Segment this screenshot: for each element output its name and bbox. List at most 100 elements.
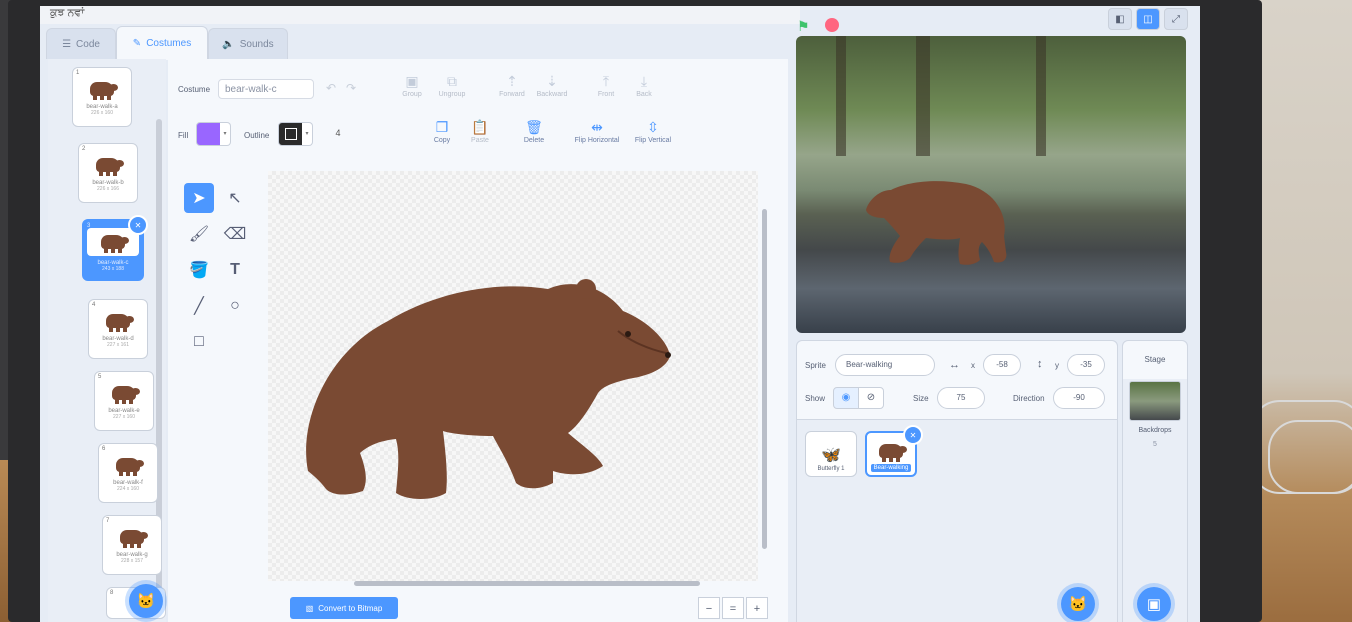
costume-list[interactable]: 1 bear-walk-a 226 x 160 2 bear-walk-b 22…	[48, 59, 166, 622]
green-flag-icon[interactable]: ⚑	[797, 18, 810, 35]
add-backdrop-button[interactable]: ▣	[1137, 587, 1171, 621]
normal-stage-button[interactable]: ◫	[1136, 8, 1160, 30]
menu-logo[interactable]: ਕੁਝ ਨਵਾਂ	[50, 7, 84, 20]
sprite-tile-butterfly[interactable]: 🦋 Butterfly 1	[805, 431, 857, 477]
chevron-down-icon[interactable]: ▾	[220, 122, 231, 146]
costume-size: 226 x 166	[97, 186, 119, 192]
forward-button[interactable]: ⇡ Forward	[490, 73, 534, 98]
text-tool[interactable]: T	[220, 255, 250, 285]
x-position-input[interactable]: -58	[983, 354, 1021, 376]
fill-label: Fill	[178, 131, 189, 140]
arrow-icon: ➤	[192, 190, 206, 207]
select-tool[interactable]: ➤	[184, 183, 214, 213]
costume-item[interactable]: 5 bear-walk-e 227 x 160	[94, 371, 154, 431]
canvas-horizontal-scrollbar[interactable]	[354, 581, 700, 586]
outline-width-input[interactable]: 4	[318, 122, 358, 144]
stage-thumbnail[interactable]	[1129, 381, 1181, 421]
tab-costumes[interactable]: ✎ Costumes	[116, 26, 208, 60]
chevron-down-icon[interactable]: ▾	[302, 122, 313, 146]
size-label: Size	[913, 394, 929, 403]
outline-label: Outline	[244, 131, 270, 140]
costume-thumbnail	[104, 310, 134, 332]
add-costume-button[interactable]: 🐱	[129, 584, 163, 618]
costume-item[interactable]: 7 bear-walk-g 228 x 157	[102, 515, 162, 575]
costume-item[interactable]: 4 bear-walk-d 227 x 161	[88, 299, 148, 359]
stop-icon[interactable]	[825, 18, 839, 32]
sprite-name-input[interactable]: Bear-walking	[835, 354, 935, 376]
canvas-vertical-scrollbar[interactable]	[762, 209, 767, 549]
undo-redo-icons[interactable]: ↶↷	[326, 81, 366, 95]
normal-stage-icon: ◫	[1143, 14, 1153, 25]
add-sprite-button[interactable]: 🐱	[1061, 587, 1095, 621]
costume-number: 8	[110, 590, 114, 596]
tab-sounds[interactable]: 🔈 Sounds	[208, 28, 288, 59]
paste-button[interactable]: 📋 Paste	[458, 119, 502, 144]
costume-number: 5	[98, 374, 102, 380]
direction-input[interactable]: -90	[1053, 387, 1105, 409]
costume-number: 4	[92, 302, 96, 308]
brush-tool[interactable]: 🖌	[184, 219, 214, 249]
flip-vertical-button[interactable]: ⇳ Flip Vertical	[626, 119, 680, 144]
costume-item[interactable]: 6 bear-walk-f 224 x 160	[98, 443, 158, 503]
bear-costume-drawing[interactable]	[268, 171, 758, 581]
back-button[interactable]: ⤓ Back	[622, 73, 666, 98]
small-stage-button[interactable]: ◧	[1108, 8, 1132, 30]
costume-item[interactable]: 1 bear-walk-a 226 x 160	[72, 67, 132, 127]
paint-canvas[interactable]	[268, 171, 758, 581]
costume-size: 224 x 160	[117, 486, 139, 492]
sprite-name: Butterfly 1	[817, 466, 845, 472]
zoom-reset-button[interactable]: =	[722, 597, 744, 619]
reshape-tool[interactable]: ↖	[220, 183, 250, 213]
paint-toolbar: Costume bear-walk-c ↶↷ ▣ Group ⧉ Ungroup ⇡…	[168, 59, 788, 159]
stage-title: Stage	[1123, 341, 1187, 379]
speaker-icon: 🔈	[222, 38, 235, 50]
flip-horizontal-button[interactable]: ⇹ Flip Horizontal	[566, 119, 628, 144]
line-tool[interactable]: ╱	[184, 291, 214, 321]
y-position-input[interactable]: -35	[1067, 354, 1105, 376]
delete-button[interactable]: 🗑 Delete	[512, 119, 556, 144]
sprite-tile-bear[interactable]: Bear-walking ✕	[865, 425, 923, 477]
zoom-in-button[interactable]: +	[746, 597, 768, 619]
group-icon: ▣	[405, 73, 419, 89]
rectangle-tool[interactable]: □	[184, 327, 214, 357]
fill-tool[interactable]: 🪣	[184, 255, 214, 285]
circle-tool[interactable]: ○	[220, 291, 250, 321]
fill-color-swatch[interactable]	[196, 122, 222, 146]
costume-thumbnail	[94, 154, 124, 176]
group-button[interactable]: ▣ Group	[390, 73, 434, 98]
fullscreen-button[interactable]: ⤢	[1164, 8, 1188, 30]
direction-label: Direction	[1013, 394, 1045, 403]
outline-color-swatch[interactable]	[278, 122, 304, 146]
stage-bear-sprite[interactable]	[866, 176, 1011, 266]
ungroup-button[interactable]: ⧉ Ungroup	[430, 73, 474, 98]
sprite-label: Sprite	[805, 361, 826, 370]
costume-number: 1	[76, 70, 80, 76]
tab-code[interactable]: ☰ Code	[46, 28, 116, 59]
scratch-editor-window: ਕੁਝ ਨਵਾਂ ☰ Code ✎ Costumes 🔈 Sounds 1 be…	[40, 6, 1200, 622]
tool-palette: ➤ ↖ 🖌 ⌫ 🪣 T ╱ ○ □	[174, 177, 254, 377]
sprite-name: Bear-walking	[870, 464, 912, 472]
zoom-out-button[interactable]: −	[698, 597, 720, 619]
costume-size: 228 x 157	[121, 558, 143, 564]
eraser-tool[interactable]: ⌫	[220, 219, 250, 249]
hide-sprite-button[interactable]: ⊘	[858, 387, 884, 409]
costume-number: 6	[102, 446, 106, 452]
backward-button[interactable]: ⇣ Backward	[530, 73, 574, 98]
delete-costume-icon[interactable]: ✕	[128, 215, 148, 235]
show-sprite-button[interactable]: ◉	[833, 387, 859, 409]
delete-sprite-icon[interactable]: ✕	[903, 425, 923, 445]
convert-label: Convert to Bitmap	[318, 603, 383, 613]
bear-thumbnail	[879, 444, 907, 462]
backward-icon: ⇣	[546, 73, 558, 89]
stage-selector[interactable]: Stage Backdrops 5 ▣	[1122, 340, 1188, 622]
costume-thumbnail	[88, 78, 118, 100]
costume-size: 227 x 161	[107, 342, 129, 348]
eraser-icon: ⌫	[223, 226, 247, 243]
size-input[interactable]: 75	[937, 387, 985, 409]
eye-slash-icon: ⊘	[866, 392, 876, 403]
costume-item-selected[interactable]: 3 bear-walk-c 243 x 188 ✕	[82, 215, 148, 281]
costume-name-input[interactable]: bear-walk-c	[218, 79, 314, 99]
costume-item[interactable]: 2 bear-walk-b 226 x 166	[78, 143, 138, 203]
stage-canvas[interactable]	[796, 36, 1186, 333]
convert-to-bitmap-button[interactable]: ▧ Convert to Bitmap	[290, 597, 398, 619]
